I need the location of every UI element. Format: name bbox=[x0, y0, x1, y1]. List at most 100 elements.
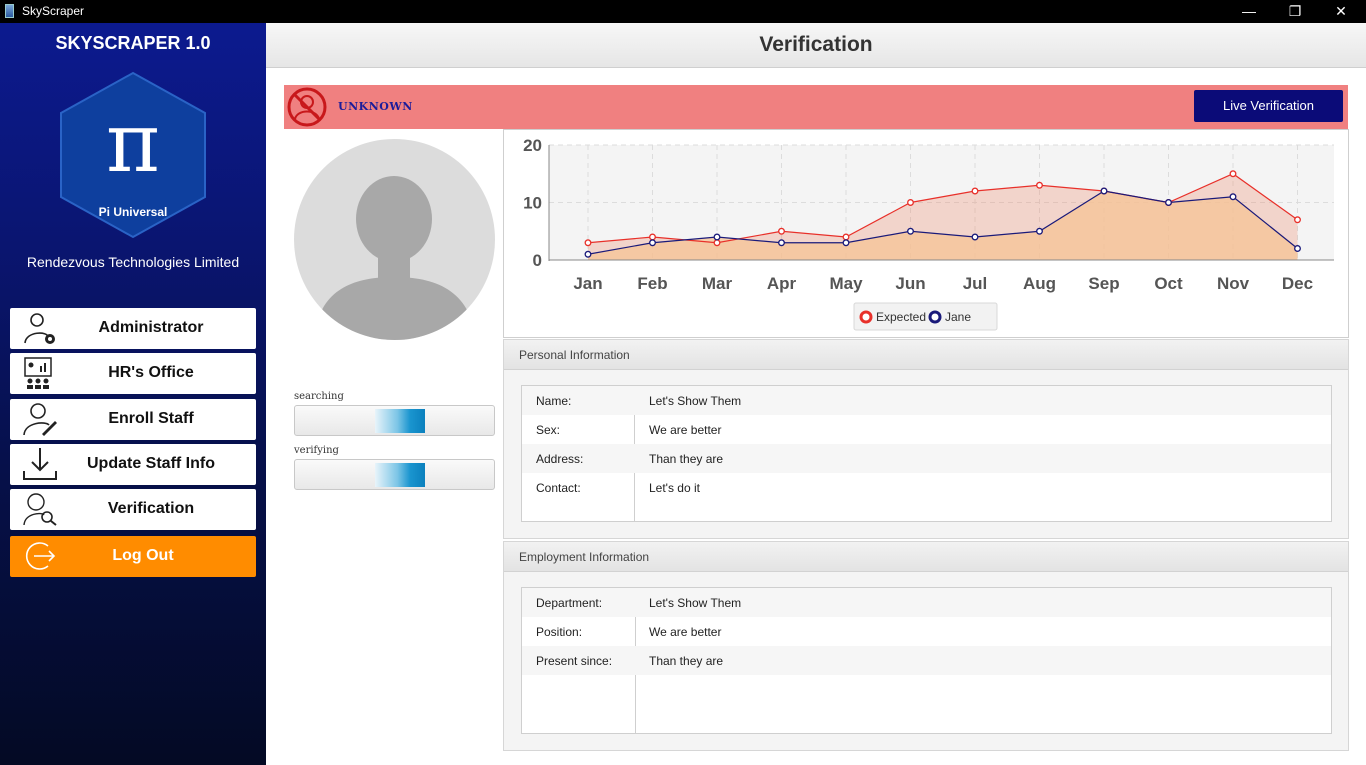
verification-status-banner: UNKNOWN Live Verification bbox=[284, 85, 1348, 129]
logout-icon bbox=[25, 542, 56, 570]
table-row: Department: Let's Show Them bbox=[522, 588, 1331, 617]
field-label: Position: bbox=[536, 625, 583, 639]
data-point bbox=[1229, 170, 1237, 178]
data-point bbox=[1294, 245, 1301, 252]
live-verification-button[interactable]: Live Verification bbox=[1194, 90, 1343, 122]
field-value: Let's do it bbox=[649, 481, 700, 495]
pi-universal-logo: π Pi Universal bbox=[60, 71, 206, 239]
nav-label: Enroll Staff bbox=[108, 410, 194, 427]
window-titlebar: SkyScraper — ❐ ✕ bbox=[0, 0, 1366, 23]
data-point bbox=[907, 199, 914, 206]
y-tick-label: 0 bbox=[533, 251, 542, 270]
x-tick-label: Aug bbox=[1023, 274, 1056, 293]
presentation-icon bbox=[24, 357, 52, 389]
nav-verification-button[interactable]: Verification bbox=[10, 489, 256, 530]
data-point bbox=[842, 239, 850, 247]
x-tick-label: Oct bbox=[1154, 274, 1183, 293]
status-label: UNKNOWN bbox=[338, 100, 413, 113]
field-value: Let's Show Them bbox=[649, 394, 742, 408]
table-row: Name: Let's Show Them bbox=[522, 386, 1331, 415]
field-value: We are better bbox=[649, 423, 722, 437]
employment-info-table: Department: Let's Show Them Position: We a… bbox=[521, 587, 1332, 734]
sidebar: SKYSCRAPER 1.0 π Pi Universal Rendezvous… bbox=[0, 23, 266, 765]
progress-indicator bbox=[375, 409, 425, 433]
data-point bbox=[1100, 187, 1108, 195]
svg-text:Pi Universal: Pi Universal bbox=[99, 205, 168, 219]
x-tick-label: Apr bbox=[767, 274, 797, 293]
user-search-icon bbox=[23, 493, 57, 526]
x-tick-label: Jul bbox=[963, 274, 988, 293]
personal-info-panel: Personal Information Name: Let's Show The… bbox=[503, 339, 1349, 539]
x-tick-label: Jun bbox=[895, 274, 925, 293]
table-row: Present since: Than they are bbox=[522, 646, 1331, 675]
close-button[interactable]: ✕ bbox=[1318, 0, 1364, 23]
table-row: Sex: We are better bbox=[522, 415, 1331, 444]
nav-enroll-staff-button[interactable]: Enroll Staff bbox=[10, 399, 256, 440]
data-point bbox=[713, 239, 721, 247]
x-tick-label: May bbox=[829, 274, 863, 293]
field-label: Address: bbox=[536, 452, 584, 466]
field-label: Sex: bbox=[536, 423, 561, 437]
data-point bbox=[778, 227, 785, 235]
nav-label: Administrator bbox=[98, 319, 204, 336]
nav-update-staff-button[interactable]: Update Staff Info bbox=[10, 444, 256, 485]
data-point bbox=[713, 233, 721, 241]
legend-label: Jane bbox=[945, 310, 971, 324]
company-name: Rendezvous Technologies Limited bbox=[26, 254, 240, 270]
minimize-button[interactable]: — bbox=[1226, 0, 1272, 23]
user-edit-icon bbox=[23, 403, 57, 436]
employment-info-panel: Employment Information Department: Let's … bbox=[503, 541, 1349, 751]
table-row: Contact: Let's do it bbox=[522, 473, 1331, 502]
data-point bbox=[842, 233, 850, 241]
field-value: We are better bbox=[649, 625, 722, 639]
data-point bbox=[649, 233, 656, 241]
data-point bbox=[907, 227, 914, 235]
data-point bbox=[971, 233, 979, 241]
unknown-user-icon bbox=[287, 87, 327, 127]
data-point bbox=[1165, 199, 1172, 206]
x-tick-label: Sep bbox=[1088, 274, 1119, 293]
data-point bbox=[1229, 193, 1237, 201]
page-title: Verification bbox=[759, 33, 873, 56]
field-label: Department: bbox=[536, 596, 603, 610]
data-point bbox=[584, 250, 592, 258]
field-value: Than they are bbox=[649, 654, 724, 668]
searching-label: searching bbox=[294, 391, 344, 402]
svg-text:π: π bbox=[106, 96, 160, 191]
window-title: SkyScraper bbox=[22, 4, 85, 18]
nav-hr-office-button[interactable]: HR's Office bbox=[10, 353, 256, 394]
attendance-chart: 0 10 20 Jan Feb Mar Apr May Jun Jul Aug Sep Oct Nov D… bbox=[503, 129, 1349, 338]
app-name: SKYSCRAPER 1.0 bbox=[55, 33, 211, 53]
data-point bbox=[649, 239, 656, 247]
personal-info-table: Name: Let's Show Them Sex: We are better A… bbox=[521, 385, 1332, 522]
searching-progress-bar bbox=[294, 405, 495, 436]
nav-label: Update Staff Info bbox=[87, 455, 215, 472]
panel-title: Employment Information bbox=[504, 542, 1348, 572]
panel-title: Personal Information bbox=[504, 340, 1348, 370]
person-silhouette-icon bbox=[314, 176, 476, 340]
maximize-button[interactable]: ❐ bbox=[1272, 0, 1318, 23]
x-tick-label: Jan bbox=[573, 274, 602, 293]
download-icon bbox=[23, 448, 57, 480]
nav-label: Log Out bbox=[112, 547, 174, 564]
verifying-label: verifying bbox=[294, 445, 339, 456]
data-point bbox=[778, 239, 785, 247]
staff-photo-placeholder bbox=[294, 139, 495, 340]
progress-indicator bbox=[375, 463, 425, 487]
table-row: Position: We are better bbox=[522, 617, 1331, 646]
x-tick-label: Nov bbox=[1217, 274, 1250, 293]
field-label: Contact: bbox=[536, 481, 581, 495]
page-header: Verification bbox=[266, 23, 1366, 68]
app-icon bbox=[5, 4, 14, 18]
data-point bbox=[584, 239, 592, 247]
data-point bbox=[1294, 216, 1301, 224]
data-point bbox=[1036, 181, 1043, 189]
field-value: Let's Show Them bbox=[649, 596, 742, 610]
area-chart-svg: 0 10 20 Jan Feb Mar Apr May Jun Jul Aug Sep Oct Nov D… bbox=[523, 136, 1334, 331]
admin-gear-icon bbox=[24, 313, 55, 344]
logout-button[interactable]: Log Out bbox=[10, 536, 256, 577]
nav-administrator-button[interactable]: Administrator bbox=[10, 308, 256, 349]
legend-marker-expected bbox=[859, 310, 873, 324]
verifying-progress-bar bbox=[294, 459, 495, 490]
y-tick-label: 20 bbox=[523, 136, 542, 155]
